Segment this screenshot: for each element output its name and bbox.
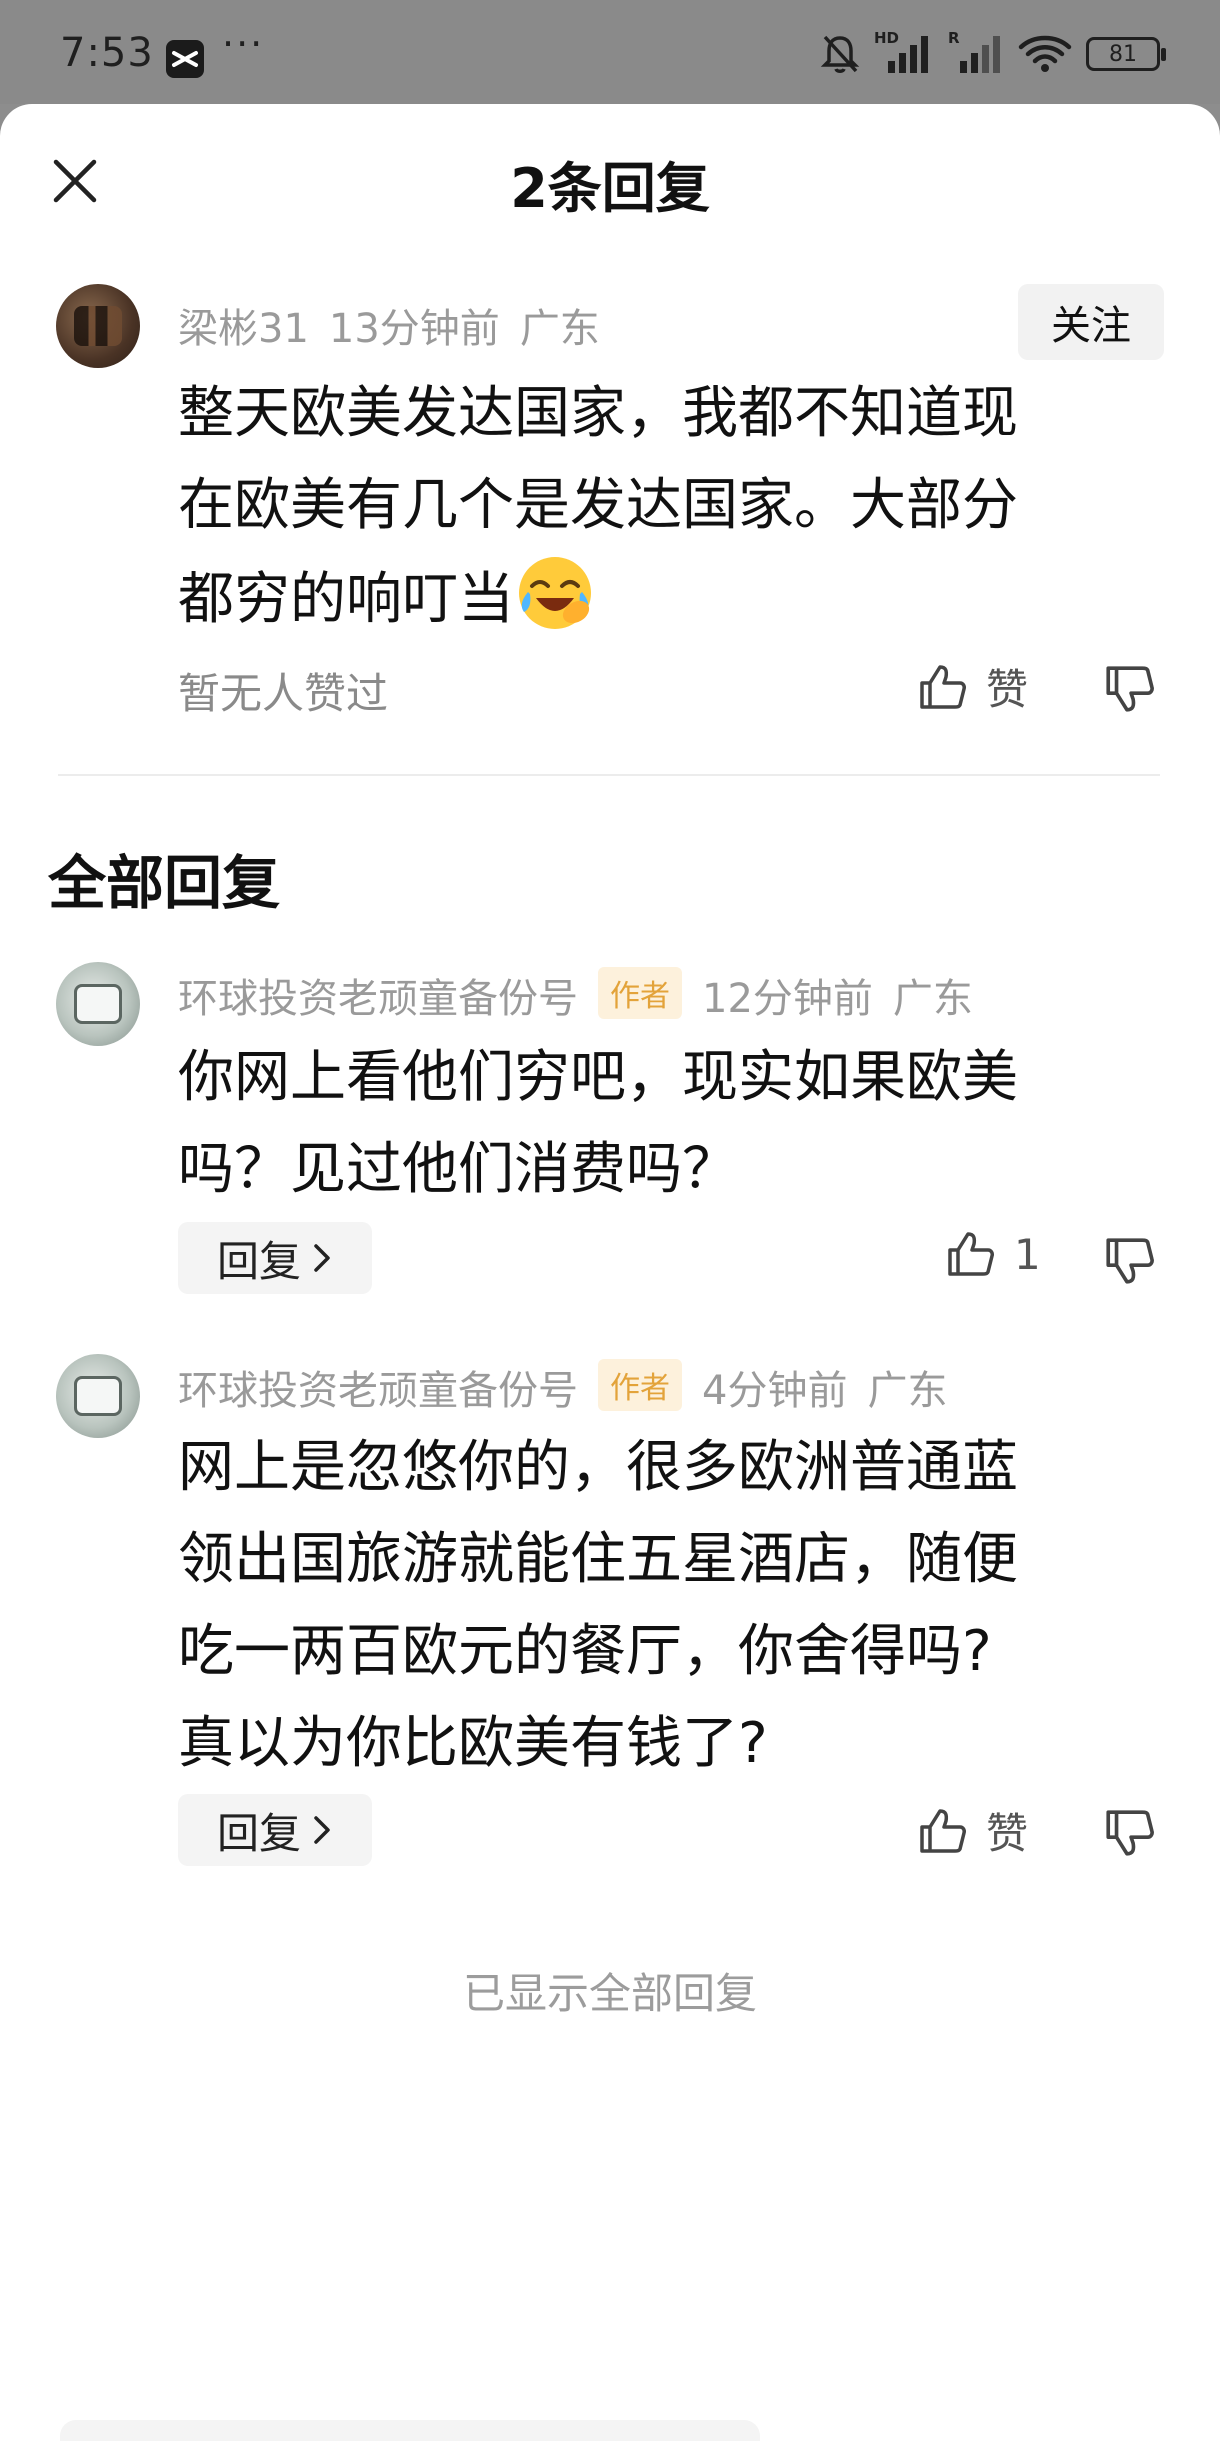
thumbs-up-icon: [948, 1232, 994, 1276]
reply-text[interactable]: 网上是忽悠你的，很多欧洲普通蓝 领出国旅游就能住五星酒店，随便 吃一两百欧元的餐…: [178, 1422, 1138, 1790]
all-replies-shown-note: 已显示全部回复: [462, 1969, 757, 2018]
comment-line: 都穷的响叮当: [178, 567, 514, 632]
follow-button[interactable]: 关注: [1018, 284, 1164, 360]
reply-line: 吃一两百欧元的餐厅，你舍得吗?: [178, 1619, 992, 1684]
replies-sheet: 2条回复 梁彬31 13分钟前 广东 关注 整天欧美发达国家，我都不知道现 在欧美有…: [0, 104, 1220, 2441]
mute-bell-icon: [820, 35, 860, 73]
all-replies-heading: 全部回复: [48, 849, 281, 917]
reply-line: 网上是忽悠你的，很多欧洲普通蓝: [178, 1435, 1018, 1500]
username[interactable]: 环球投资老顽童备份号: [178, 1368, 578, 1414]
reply-time: 12分钟前: [702, 976, 873, 1022]
reply-time: 4分钟前: [702, 1368, 848, 1414]
reply-line: 你网上看他们穷吧，现实如果欧美: [178, 1045, 1018, 1110]
reply-location: 广东: [892, 976, 973, 1022]
author-badge: 作者: [598, 967, 682, 1019]
username[interactable]: 环球投资老顽童备份号: [178, 976, 578, 1022]
like-button[interactable]: 1: [944, 1228, 1041, 1280]
thumbs-up-icon: [920, 1808, 966, 1853]
likes-status: 暂无人赞过: [178, 669, 389, 718]
username[interactable]: 梁彬31: [178, 306, 309, 352]
reply-meta: 环球投资老顽童备份号 作者 4分钟前 广东: [178, 1358, 967, 1416]
reply-line: 吗？见过他们消费吗？: [178, 1137, 738, 1202]
reply-meta: 环球投资老顽童备份号 作者 12分钟前 广东: [178, 966, 993, 1024]
chevron-right-icon: [314, 1816, 330, 1844]
like-label: 赞: [986, 1809, 1029, 1858]
like-button[interactable]: 赞: [916, 656, 1028, 717]
reply-text[interactable]: 你网上看他们穷吧，现实如果欧美 吗？见过他们消费吗？: [178, 1032, 1138, 1216]
thumbs-down-icon[interactable]: [1102, 1234, 1156, 1288]
comment-line: 在欧美有几个是发达国家。大部分: [178, 473, 1018, 538]
thumbs-up-icon: [920, 664, 966, 709]
avatar[interactable]: [56, 1354, 140, 1438]
signal-r-icon: R: [946, 29, 1004, 75]
avatar[interactable]: [56, 284, 140, 368]
avatar[interactable]: [56, 962, 140, 1046]
comment-text[interactable]: 整天欧美发达国家，我都不知道现 在欧美有几个是发达国家。大部分 都穷的响叮当: [178, 368, 1138, 646]
more-notifications-icon: ···: [222, 22, 265, 66]
author-badge: 作者: [598, 1359, 682, 1411]
status-bar: 7:53 ··· HD R 81: [0, 0, 1220, 104]
reply-label: 回复: [216, 1236, 301, 1286]
reply-button[interactable]: 回复: [178, 1794, 372, 1866]
capcut-app-icon: [166, 40, 204, 78]
thumbs-down-icon[interactable]: [1102, 1806, 1156, 1860]
thumbs-down-icon[interactable]: [1102, 662, 1156, 716]
laughing-crying-emoji-icon: [519, 557, 591, 629]
chevron-right-icon: [314, 1244, 330, 1272]
reply-button[interactable]: 回复: [178, 1222, 372, 1294]
reply-label: 回复: [216, 1808, 301, 1858]
status-time: 7:53: [60, 30, 154, 76]
like-count: 1: [1014, 1229, 1041, 1279]
like-label: 赞: [986, 665, 1029, 714]
reply-location: 广东: [867, 1368, 948, 1414]
comment-location: 广东: [519, 306, 600, 352]
reply-line: 真以为你比欧美有钱了?: [178, 1711, 768, 1776]
comment-time: 13分钟前: [328, 306, 500, 352]
battery-level: 81: [1109, 41, 1137, 67]
like-button[interactable]: 赞: [916, 1800, 1028, 1861]
comment-line-with-emoji: 都穷的响叮当: [178, 552, 1138, 646]
sheet-title: 2条回复: [510, 157, 710, 220]
divider: [58, 774, 1160, 776]
comment-meta: 梁彬31 13分钟前 广东: [178, 296, 620, 354]
status-icons: HD R 81: [820, 29, 1166, 78]
comment-line: 整天欧美发达国家，我都不知道现: [178, 381, 1018, 446]
signal-hd-icon: HD: [874, 29, 932, 75]
comment-input-bar[interactable]: [60, 2420, 760, 2441]
battery-icon: 81: [1086, 37, 1166, 71]
wifi-icon: [1018, 35, 1072, 72]
reply-line: 领出国旅游就能住五星酒店，随便: [178, 1527, 1018, 1592]
